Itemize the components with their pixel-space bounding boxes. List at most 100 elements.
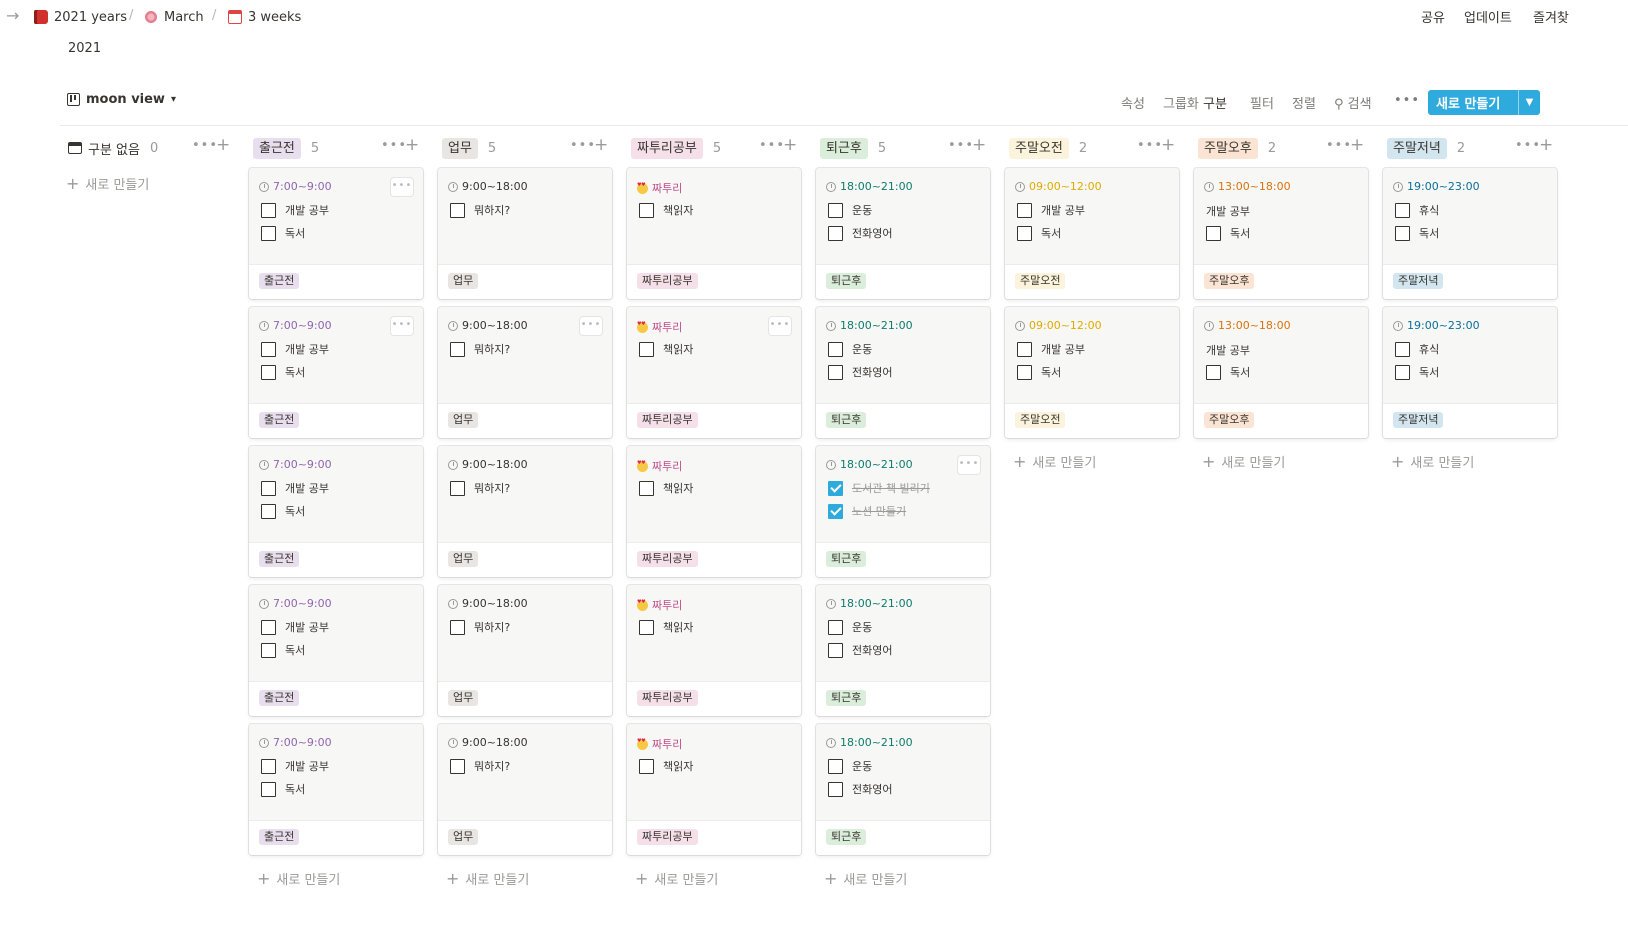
checklist-item[interactable]: 뭐하지? (450, 202, 510, 218)
checklist-item[interactable]: 개발 공부 (1017, 341, 1085, 357)
column-more-icon[interactable]: ••• (1137, 138, 1163, 153)
board-card[interactable]: 7:00~9:00 개발 공부 독서 ••• 출근전 (249, 168, 423, 299)
column-header[interactable]: 주말오후 2 (1198, 136, 1276, 160)
checklist-item[interactable]: 책읽자 (639, 480, 693, 496)
column-header[interactable]: 퇴근후 5 (820, 136, 886, 160)
board-card[interactable]: 18:00~21:00 운동 전화영어 퇴근후 (816, 724, 990, 855)
board-card[interactable]: 7:00~9:00 개발 공부 독서 출근전 (249, 446, 423, 577)
checkbox[interactable] (261, 619, 276, 635)
checklist-item[interactable]: 독서 (261, 781, 305, 797)
column-add-icon[interactable]: + (972, 135, 986, 155)
checklist-item[interactable]: 뭐하지? (450, 480, 510, 496)
checkbox[interactable] (1206, 225, 1221, 241)
checklist-item[interactable]: 전화영어 (828, 642, 892, 658)
view-switcher[interactable]: moon view ▾ (67, 92, 176, 107)
column-more-icon[interactable]: ••• (381, 138, 407, 153)
updates-button[interactable]: 업데이트 (1464, 7, 1512, 26)
board-card[interactable]: 9:00~18:00 뭐하지? ••• 업무 (438, 307, 612, 438)
card-more-icon[interactable]: ••• (391, 317, 413, 335)
checklist-item[interactable]: 독서 (261, 225, 305, 241)
add-new-card-button[interactable]: + 새로 만들기 (1013, 452, 1096, 471)
board-card[interactable]: 18:00~21:00 운동 전화영어 퇴근후 (816, 585, 990, 716)
checkbox[interactable] (639, 341, 654, 357)
add-new-card-button[interactable]: + 새로 만들기 (257, 869, 340, 888)
checkbox[interactable] (1017, 202, 1032, 218)
favorite-button[interactable]: 즐겨찾 (1533, 7, 1569, 26)
checkbox[interactable] (450, 480, 465, 496)
checkbox[interactable] (261, 503, 276, 519)
board-card[interactable]: 7:00~9:00 개발 공부 독서 ••• 출근전 (249, 307, 423, 438)
checkbox[interactable] (1395, 225, 1410, 241)
checkbox[interactable] (1395, 202, 1410, 218)
checklist-item[interactable]: 책읽자 (639, 341, 693, 357)
checklist-item[interactable]: 독서 (1017, 364, 1061, 380)
column-more-icon[interactable]: ••• (759, 138, 785, 153)
board-card[interactable]: 18:00~21:00 도서관 책 빌리기 노션 만들기 ••• 퇴근후 (816, 446, 990, 577)
checkbox[interactable] (639, 758, 654, 774)
checkbox[interactable] (261, 225, 276, 241)
checklist-item[interactable]: 개발 공부 (261, 341, 329, 357)
board-card[interactable]: 짜투리책읽자짜투리공부 (627, 724, 801, 855)
checklist-item[interactable]: 독서 (261, 642, 305, 658)
sort-button[interactable]: 정렬 (1292, 93, 1316, 112)
column-header[interactable]: 업무 5 (442, 136, 496, 160)
breadcrumb-item-year[interactable]: 2021 years (34, 8, 127, 26)
column-header-no-group[interactable]: 구분 없음 0 (68, 136, 158, 160)
board-card[interactable]: 19:00~23:00 휴식 독서 주말저녁 (1383, 168, 1557, 299)
add-new-card-button[interactable]: + 새로 만들기 (1202, 452, 1285, 471)
board-card[interactable]: 짜투리책읽자짜투리공부 (627, 168, 801, 299)
column-add-icon[interactable]: + (594, 135, 608, 155)
board-card[interactable]: 09:00~12:00 개발 공부 독서 주말오전 (1005, 168, 1179, 299)
column-add-icon[interactable]: + (1539, 135, 1553, 155)
checklist-item[interactable]: 독서 (1395, 225, 1439, 241)
checklist-item[interactable]: 뭐하지? (450, 341, 510, 357)
checklist-item[interactable]: 도서관 책 빌리기 (828, 480, 930, 496)
checkbox[interactable] (261, 758, 276, 774)
checklist-item[interactable]: 운동 (828, 758, 872, 774)
board-card[interactable]: 18:00~21:00 운동 전화영어 퇴근후 (816, 307, 990, 438)
card-more-icon[interactable]: ••• (769, 317, 791, 335)
checklist-item[interactable]: 개발 공부 (261, 619, 329, 635)
column-header[interactable]: 출근전 5 (253, 136, 319, 160)
board-card[interactable]: 13:00~18:00 개발 공부 독서 주말오후 (1194, 307, 1368, 438)
board-card[interactable]: 19:00~23:00 휴식 독서 주말저녁 (1383, 307, 1557, 438)
checklist-item[interactable]: 독서 (261, 364, 305, 380)
checkbox[interactable] (828, 202, 843, 218)
board-card[interactable]: 9:00~18:00 뭐하지? 업무 (438, 585, 612, 716)
chevron-down-icon[interactable]: ▼ (1518, 90, 1540, 115)
checklist-item[interactable]: 독서 (1206, 225, 1250, 241)
checklist-item[interactable]: 휴식 (1395, 341, 1439, 357)
checkbox[interactable] (450, 341, 465, 357)
checkbox[interactable] (1017, 225, 1032, 241)
card-more-icon[interactable]: ••• (580, 317, 602, 335)
board-card[interactable]: 9:00~18:00 뭐하지? 업무 (438, 446, 612, 577)
checkbox[interactable] (1206, 364, 1221, 380)
column-more-icon[interactable]: ••• (570, 138, 596, 153)
share-button[interactable]: 공유 (1421, 7, 1445, 26)
board-card[interactable]: 13:00~18:00 개발 공부 독서 주말오후 (1194, 168, 1368, 299)
breadcrumb-item-month[interactable]: March (144, 8, 204, 26)
column-more-icon[interactable]: ••• (192, 138, 218, 153)
checkbox[interactable] (261, 781, 276, 797)
column-header[interactable]: 주말오전 2 (1009, 136, 1087, 160)
checkbox[interactable] (450, 758, 465, 774)
board-card[interactable]: 짜투리책읽자 ••• 짜투리공부 (627, 307, 801, 438)
checkbox[interactable] (450, 619, 465, 635)
properties-button[interactable]: 속성 (1121, 93, 1145, 112)
column-more-icon[interactable]: ••• (1326, 138, 1352, 153)
checklist-item[interactable]: 운동 (828, 341, 872, 357)
checklist-item[interactable]: 책읽자 (639, 758, 693, 774)
checklist-item[interactable]: 뭐하지? (450, 758, 510, 774)
column-add-icon[interactable]: + (1350, 135, 1364, 155)
card-more-icon[interactable]: ••• (958, 456, 980, 474)
column-header[interactable]: 짜투리공부 5 (631, 136, 721, 160)
checklist-item[interactable]: 독서 (1395, 364, 1439, 380)
checklist-item[interactable]: 책읽자 (639, 619, 693, 635)
column-add-icon[interactable]: + (783, 135, 797, 155)
checkbox[interactable] (828, 642, 843, 658)
checkbox[interactable] (261, 480, 276, 496)
board-card[interactable]: 짜투리책읽자짜투리공부 (627, 446, 801, 577)
board-card[interactable]: 짜투리책읽자짜투리공부 (627, 585, 801, 716)
checklist-item[interactable]: 개발 공부 (261, 758, 329, 774)
checkbox[interactable] (828, 781, 843, 797)
